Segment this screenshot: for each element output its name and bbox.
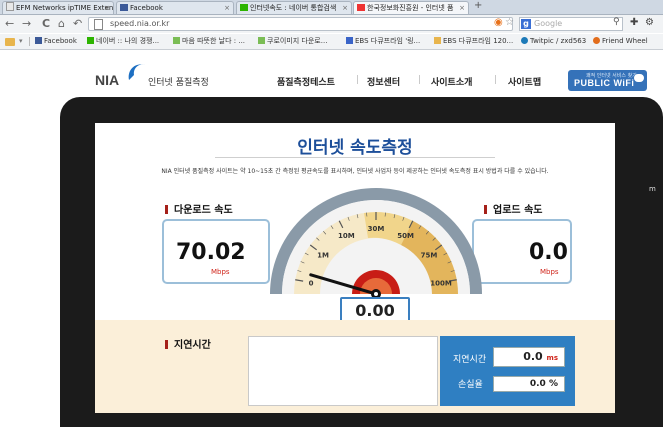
tab-naver[interactable]: 인터넷속도 : 네이버 통합검색 ×	[236, 1, 352, 14]
twitpic-icon	[521, 37, 528, 44]
close-icon[interactable]: ×	[224, 2, 230, 14]
marker-icon	[484, 205, 487, 214]
naver-icon	[240, 4, 248, 11]
close-icon[interactable]: ×	[459, 2, 465, 14]
bookmark-item[interactable]: 마음 따뜻한 날다 : ...	[173, 35, 245, 48]
bookmark-item[interactable]: EBS 다큐프라임 '링...	[346, 35, 420, 48]
nav-item-info-center[interactable]: 정보센터	[367, 75, 400, 88]
bookmark-item[interactable]: 네이버 :: 나의 경쟁...	[87, 35, 159, 48]
bookmark-item[interactable]: Facebook	[35, 35, 77, 48]
tab-facebook[interactable]: Facebook ×	[116, 1, 234, 14]
gauge-tick-label: 0	[309, 280, 314, 288]
title-divider	[215, 157, 495, 158]
delay-label: 지연시간	[453, 352, 486, 365]
nia-logo[interactable]: NIA	[95, 72, 119, 88]
rss-icon[interactable]: ◉	[494, 17, 503, 28]
page-icon	[6, 2, 14, 11]
blog-icon	[173, 37, 180, 44]
tab-nia[interactable]: 한국정보화진흥원 - 인터넷 품 ×	[353, 1, 469, 14]
download-unit: Mbps	[211, 268, 230, 276]
nav-item-about[interactable]: 사이트소개	[431, 75, 472, 88]
ebs-icon	[346, 37, 353, 44]
search-placeholder[interactable]: Google	[534, 17, 562, 31]
tab-efm[interactable]: EFM Networks ipTIME Extender ×	[2, 1, 114, 14]
upload-value: 0.0	[529, 240, 568, 265]
gauge-tick-label: 100M	[430, 280, 452, 288]
public-wifi-label: PUBLIC WiFi	[574, 78, 634, 88]
delay-unit: ms	[547, 354, 558, 362]
loss-label: 손실율	[458, 377, 483, 390]
loss-value: 0.0	[530, 379, 546, 389]
tab-label: 인터넷속도 : 네이버 통합검색	[250, 4, 336, 12]
nav-separator: |	[356, 75, 359, 85]
nav-item-sitemap[interactable]: 사이트맵	[508, 75, 541, 88]
gauge-tick-label: 50M	[397, 232, 414, 240]
facebook-icon	[120, 4, 128, 11]
wifi-bubble-icon	[634, 74, 644, 82]
naver-icon	[87, 37, 94, 44]
loss-unit: %	[549, 379, 558, 389]
tab-label: Facebook	[130, 4, 163, 12]
reload-icon[interactable]: C	[42, 16, 50, 32]
download-label: 다운로드 속도	[165, 201, 233, 216]
description-text: NIA 인터넷 품질측정 사이트는 약 10~15초 간 측정된 평균속도를 표…	[95, 166, 615, 175]
delay-value: 0.0	[523, 350, 543, 363]
loss-value-box: 0.0 %	[493, 376, 565, 392]
delay-value-box: 0.0 ms	[493, 347, 565, 367]
latency-graph-box	[248, 336, 438, 406]
forward-icon[interactable]: →	[22, 16, 31, 32]
needle-pivot-center	[374, 292, 378, 296]
divider	[29, 37, 30, 46]
latency-label: 지연시간	[165, 336, 211, 351]
facebook-icon	[35, 37, 42, 44]
bookmark-item[interactable]: 쿠로이미지 다운로...	[258, 35, 327, 48]
new-tab-button[interactable]: +	[474, 0, 482, 11]
download-value: 70.02	[176, 240, 246, 265]
star-icon[interactable]: ☆	[505, 17, 514, 28]
google-icon: g	[521, 19, 531, 29]
edge-text: m	[649, 185, 656, 193]
ebs-icon	[434, 37, 441, 44]
undo-icon[interactable]: ↶	[73, 16, 82, 32]
chevron-down-icon[interactable]: ▾	[19, 35, 23, 48]
nav-separator: |	[494, 75, 497, 85]
marker-icon	[165, 205, 168, 214]
page-icon	[94, 19, 103, 30]
nav-separator: |	[418, 75, 421, 85]
gauge-tick-label: 75M	[421, 252, 438, 260]
bookmark-item[interactable]: Friend Wheel	[593, 35, 648, 48]
gauge-tick-label: 10M	[338, 232, 355, 240]
logo-subtitle: 인터넷 품질측정	[148, 75, 209, 88]
home-icon[interactable]: ⌂	[58, 16, 65, 32]
marker-icon	[165, 340, 168, 349]
logo-swoosh-icon	[125, 60, 149, 84]
blog-icon	[258, 37, 265, 44]
nav-item-quality-test[interactable]: 품질측정테스트	[277, 75, 335, 88]
folder-icon[interactable]	[5, 38, 15, 46]
upload-label: 업로드 속도	[484, 201, 542, 216]
bookmark-item[interactable]: Twitpic / zxd563	[521, 35, 586, 48]
tab-label: EFM Networks ipTIME Extender	[16, 4, 114, 12]
gauge-tick-label: 1M	[317, 252, 329, 260]
close-icon[interactable]: ×	[104, 2, 110, 14]
upload-unit: Mbps	[540, 268, 559, 276]
page-title: 인터넷 속도측정	[95, 133, 615, 158]
address-text[interactable]: speed.nia.or.kr	[110, 17, 169, 31]
bookmark-item[interactable]: EBS 다큐프라임 120...	[434, 35, 513, 48]
close-icon[interactable]: ×	[342, 2, 348, 14]
wrench-icon[interactable]: ⚙	[645, 17, 654, 28]
tab-label: 한국정보화진흥원 - 인터넷 품	[367, 4, 453, 12]
speed-gauge: 0 1M 10M 30M 50M 75M 100M	[270, 176, 482, 316]
page-icon	[357, 4, 365, 11]
extension-icon[interactable]: ✚	[630, 17, 638, 28]
search-icon[interactable]: ⚲	[613, 17, 620, 27]
friend-wheel-icon	[593, 37, 600, 44]
gauge-tick-label: 30M	[368, 225, 385, 233]
back-icon[interactable]: ←	[5, 16, 14, 32]
